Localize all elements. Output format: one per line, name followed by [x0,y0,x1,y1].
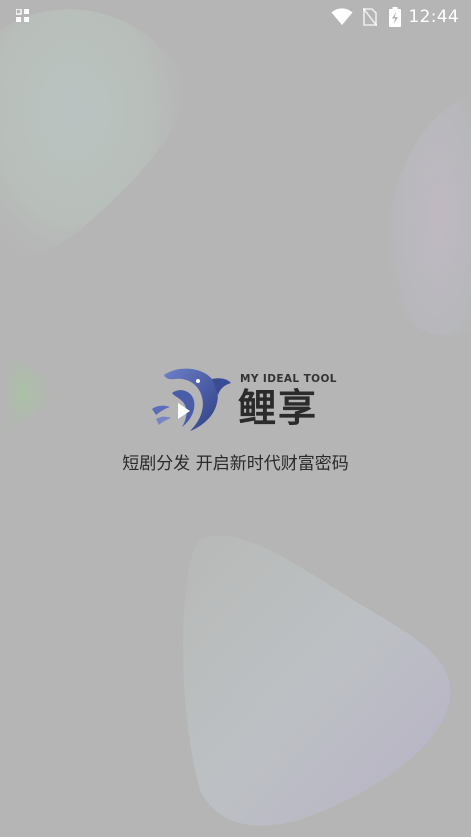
status-bar: 12:44 [0,0,471,34]
app-logo: MY IDEAL TOOL 鲤享 [150,365,336,433]
splash-slogan: 短剧分发 开启新时代财富密码 [122,454,349,474]
wifi-icon [331,8,352,25]
battery-charging-icon [388,7,401,27]
brand-english-name: MY IDEAL TOOL [240,373,337,385]
status-icons: 12:44 [331,0,460,34]
no-sim-icon [362,8,377,26]
app-grid-icon [16,9,29,22]
splash-screen: 12:44 MY IDEAL TOOL 鲤享 短剧分发 开启新时代财富密码 [0,0,471,837]
fish-play-logo-icon [152,368,231,431]
brand-chinese-name: 鲤享 [238,386,319,430]
status-clock: 12:44 [408,7,459,27]
